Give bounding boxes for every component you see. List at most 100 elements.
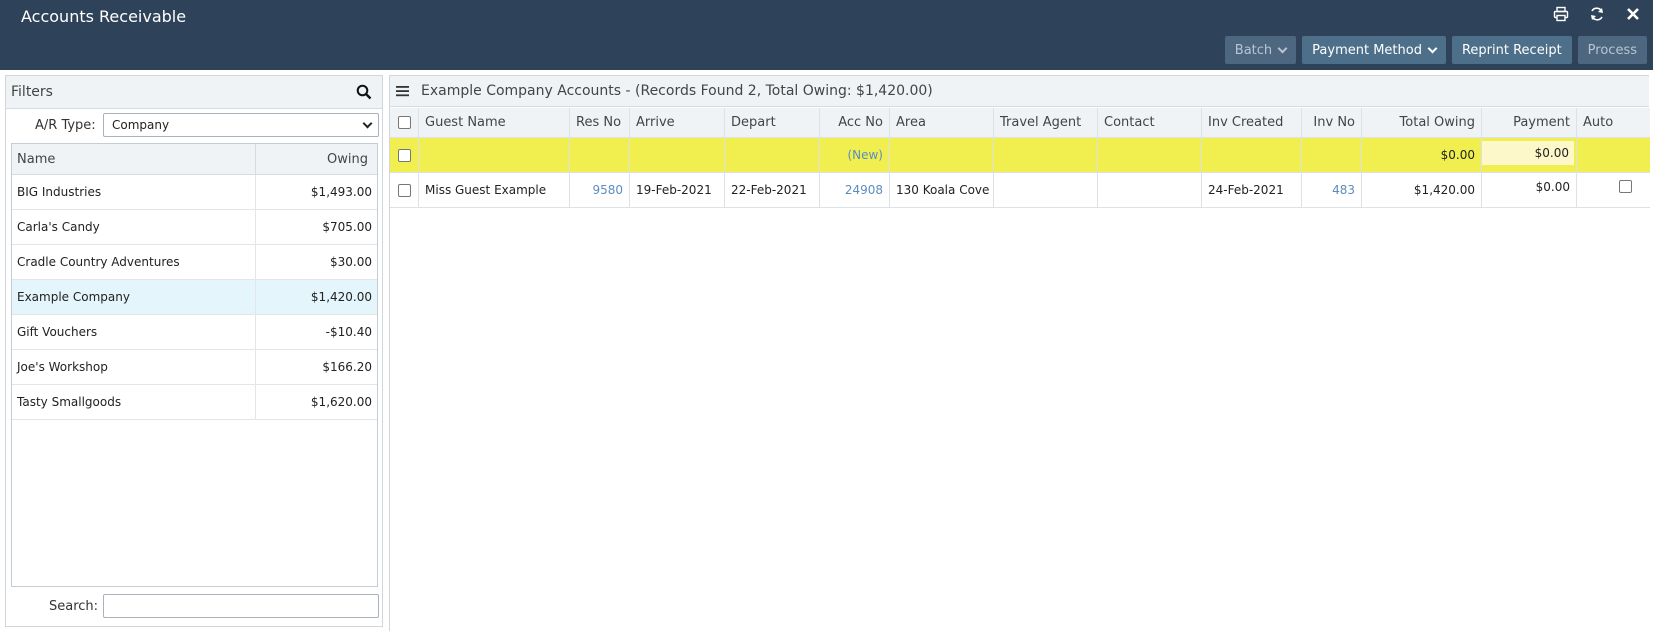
company-owing: $30.00 — [330, 255, 372, 269]
app-title: Accounts Receivable — [21, 7, 187, 26]
company-owing: $705.00 — [322, 220, 372, 234]
company-name: Joe's Workshop — [12, 350, 256, 384]
inv-no-link[interactable]: 483 — [1302, 173, 1362, 207]
grid-header-row: Guest Name Res No Arrive Depart Acc No A… — [390, 108, 1650, 138]
row-checkbox[interactable] — [397, 148, 411, 162]
select-all-checkbox-cell — [390, 108, 419, 137]
column-header-inv-created[interactable]: Inv Created — [1202, 108, 1302, 137]
payment-cell: $0.00 — [1482, 138, 1577, 172]
payment-method-button-label: Payment Method — [1312, 42, 1422, 58]
area-cell: 130 Koala Cove — [890, 173, 994, 207]
search-icon[interactable] — [356, 84, 372, 100]
chevron-down-icon — [1427, 43, 1438, 53]
guest-name-cell: Miss Guest Example — [419, 173, 570, 207]
column-header-auto[interactable]: Auto — [1577, 108, 1650, 137]
filters-title: Filters — [11, 84, 53, 100]
list-item[interactable]: BIG Industries $1,493.00 — [12, 175, 377, 210]
column-header-area[interactable]: Area — [890, 108, 994, 137]
depart-cell — [725, 138, 820, 172]
reprint-receipt-button[interactable]: Reprint Receipt — [1451, 36, 1572, 64]
list-item[interactable]: Tasty Smallgoods $1,620.00 — [12, 385, 377, 420]
reprint-receipt-button-label: Reprint Receipt — [1461, 42, 1562, 58]
company-name: Cradle Country Adventures — [12, 245, 256, 279]
new-account-row[interactable]: (New) $0.00 $0.00 — [390, 138, 1650, 173]
accounts-title: Example Company Accounts - (Records Foun… — [421, 83, 933, 99]
column-header-res-no[interactable]: Res No — [570, 108, 630, 137]
ar-type-label: A/R Type: — [35, 118, 96, 133]
batch-button[interactable]: Batch — [1224, 36, 1297, 64]
total-owing-cell: $1,420.00 — [1362, 173, 1482, 207]
company-owing: $1,493.00 — [310, 185, 372, 199]
list-item[interactable]: Carla's Candy $705.00 — [12, 210, 377, 245]
company-name: Tasty Smallgoods — [12, 385, 256, 419]
column-header-total-owing[interactable]: Total Owing — [1362, 108, 1482, 137]
batch-button-label: Batch — [1234, 42, 1273, 58]
auto-cell — [1577, 173, 1650, 207]
row-checkbox-cell — [390, 138, 419, 172]
column-header-acc-no[interactable]: Acc No — [820, 108, 890, 137]
chevron-down-icon — [1277, 43, 1288, 53]
filters-panel: Filters A/R Type: Company Name Owing BIG… — [5, 75, 383, 627]
arrive-cell — [630, 138, 725, 172]
accounts-grid: Guest Name Res No Arrive Depart Acc No A… — [390, 108, 1650, 208]
company-list: Name Owing BIG Industries $1,493.00 Carl… — [11, 143, 378, 587]
filters-header: Filters — [6, 76, 382, 109]
column-header-guest-name[interactable]: Guest Name — [419, 108, 570, 137]
column-header-payment[interactable]: Payment — [1482, 108, 1577, 137]
payment-method-button[interactable]: Payment Method — [1302, 36, 1446, 64]
close-icon[interactable] — [1623, 6, 1643, 26]
process-button-label: Process — [1587, 42, 1637, 58]
list-item[interactable]: Cradle Country Adventures $30.00 — [12, 245, 377, 280]
select-all-checkbox[interactable] — [397, 116, 411, 129]
column-header-depart[interactable]: Depart — [725, 108, 820, 137]
res-no-link[interactable]: 9580 — [570, 173, 630, 207]
depart-cell: 22-Feb-2021 — [725, 173, 820, 207]
inv-created-cell: 24-Feb-2021 — [1202, 173, 1302, 207]
acc-no-new-link[interactable]: (New) — [820, 138, 890, 172]
column-header-owing[interactable]: Owing — [256, 144, 377, 174]
column-header-travel-agent[interactable]: Travel Agent — [994, 108, 1098, 137]
company-owing: $1,420.00 — [310, 290, 372, 304]
travel-agent-cell — [994, 173, 1098, 207]
contact-cell — [1098, 173, 1202, 207]
arrive-cell: 19-Feb-2021 — [630, 173, 725, 207]
column-header-contact[interactable]: Contact — [1098, 108, 1202, 137]
refresh-icon[interactable] — [1587, 6, 1607, 26]
acc-no-link[interactable]: 24908 — [820, 173, 890, 207]
company-list-header: Name Owing — [12, 144, 377, 175]
auto-cell — [1577, 138, 1650, 172]
column-header-arrive[interactable]: Arrive — [630, 108, 725, 137]
toolbar: Batch Payment Method Reprint Receipt Pro… — [1224, 36, 1647, 64]
company-name: Gift Vouchers — [12, 315, 256, 349]
row-checkbox[interactable] — [397, 183, 411, 197]
travel-agent-cell — [994, 138, 1098, 172]
inv-no-cell — [1302, 138, 1362, 172]
table-row[interactable]: Miss Guest Example 9580 19-Feb-2021 22-F… — [390, 173, 1650, 208]
company-owing: $166.20 — [322, 360, 372, 374]
column-header-name[interactable]: Name — [12, 144, 256, 174]
payment-input[interactable]: $0.00 — [1482, 141, 1574, 165]
row-checkbox-cell — [390, 173, 419, 207]
column-header-inv-no[interactable]: Inv No — [1302, 108, 1362, 137]
company-name: BIG Industries — [12, 175, 256, 209]
guest-name-cell — [419, 138, 570, 172]
hamburger-menu-icon[interactable] — [396, 85, 409, 97]
list-item-selected[interactable]: Example Company $1,420.00 — [12, 280, 377, 315]
list-item[interactable]: Gift Vouchers -$10.40 — [12, 315, 377, 350]
company-owing: -$10.40 — [325, 325, 372, 339]
ar-type-value: Company — [112, 118, 170, 132]
list-item[interactable]: Joe's Workshop $166.20 — [12, 350, 377, 385]
area-cell — [890, 138, 994, 172]
process-button[interactable]: Process — [1577, 36, 1647, 64]
auto-checkbox[interactable] — [1619, 180, 1632, 193]
window-controls — [1551, 6, 1643, 26]
app-header: Accounts Receivable Batch Payment Method… — [0, 0, 1653, 70]
print-icon[interactable] — [1551, 6, 1571, 26]
search-input[interactable] — [103, 594, 379, 618]
ar-type-select[interactable]: Company — [103, 113, 379, 137]
company-name: Carla's Candy — [12, 210, 256, 244]
payment-input[interactable]: $0.00 — [1482, 173, 1577, 207]
accounts-panel: Example Company Accounts - (Records Foun… — [389, 75, 1650, 631]
chevron-down-icon — [362, 118, 373, 129]
search-label: Search: — [49, 599, 99, 614]
